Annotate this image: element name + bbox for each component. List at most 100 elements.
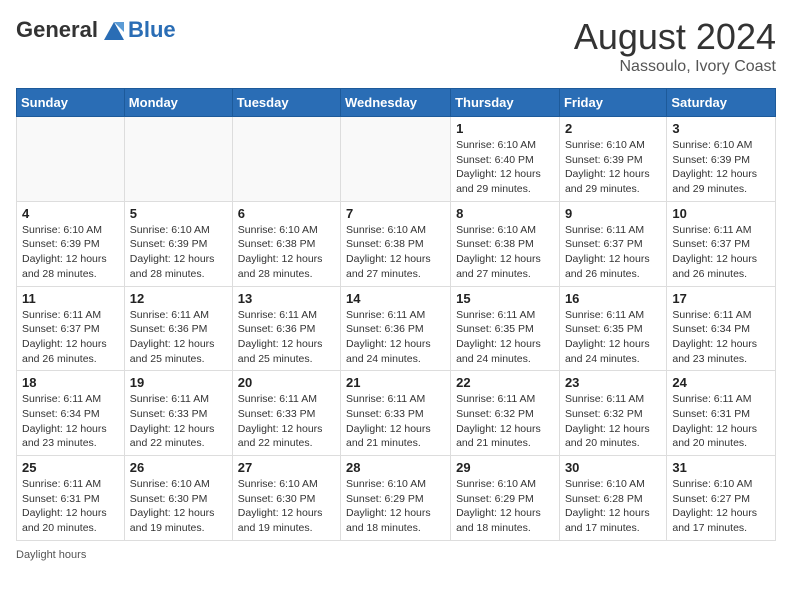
logo-blue: Blue — [128, 17, 176, 43]
footer: Daylight hours — [16, 549, 776, 561]
cell-info: Sunrise: 6:10 AM Sunset: 6:40 PM Dayligh… — [456, 138, 554, 197]
day-number: 28 — [346, 460, 445, 475]
calendar-cell: 21Sunrise: 6:11 AM Sunset: 6:33 PM Dayli… — [341, 371, 451, 456]
cell-info: Sunrise: 6:11 AM Sunset: 6:35 PM Dayligh… — [565, 308, 661, 367]
calendar-cell: 26 Sunrise: 6:10 AM Sunset: 6:30 PM Dayli… — [124, 456, 232, 541]
day-number: 4 — [22, 206, 119, 221]
day-number: 30 — [565, 460, 661, 475]
cell-info: Sunrise: 6:10 AM Sunset: 6:39 PM Dayligh… — [565, 138, 661, 197]
cell-info: Sunrise: 6:11 AM Sunset: 6:37 PM Dayligh… — [672, 223, 770, 282]
cell-info: Sunrise: 6:11 AM Sunset: 6:35 PM Dayligh… — [456, 308, 554, 367]
calendar-header-row: SundayMondayTuesdayWednesdayThursdayFrid… — [17, 89, 776, 117]
calendar-cell: 13Sunrise: 6:11 AM Sunset: 6:36 PM Dayli… — [232, 286, 340, 371]
cell-info: Sunrise: 6:11 AM Sunset: 6:32 PM Dayligh… — [565, 392, 661, 451]
calendar-cell: 16 Sunrise: 6:11 AM Sunset: 6:35 PM Dayli… — [559, 286, 666, 371]
cell-info: Sunrise: 6:11 AM Sunset: 6:36 PM Dayligh… — [238, 308, 335, 367]
calendar-week-row: 11 Sunrise: 6:11 AM Sunset: 6:37 PM Dayli… — [17, 286, 776, 371]
day-number: 12 — [130, 291, 227, 306]
calendar-table: SundayMondayTuesdayWednesdayThursdayFrid… — [16, 88, 776, 541]
day-number: 21 — [346, 375, 445, 390]
cell-info: Sunrise: 6:10 AM Sunset: 6:38 PM Dayligh… — [456, 223, 554, 282]
cell-info: Sunrise: 6:10 AM Sunset: 6:27 PM Dayligh… — [672, 477, 770, 536]
cell-info: Sunrise: 6:11 AM Sunset: 6:34 PM Dayligh… — [22, 392, 119, 451]
calendar-cell: 3 Sunrise: 6:10 AM Sunset: 6:39 PM Daylig… — [667, 117, 776, 202]
cell-info: Sunrise: 6:10 AM Sunset: 6:38 PM Dayligh… — [346, 223, 445, 282]
cell-info: Sunrise: 6:10 AM Sunset: 6:30 PM Dayligh… — [130, 477, 227, 536]
cell-info: Sunrise: 6:11 AM Sunset: 6:37 PM Dayligh… — [22, 308, 119, 367]
calendar-cell: 30 Sunrise: 6:10 AM Sunset: 6:28 PM Dayli… — [559, 456, 666, 541]
calendar-cell: 17 Sunrise: 6:11 AM Sunset: 6:34 PM Dayli… — [667, 286, 776, 371]
calendar-cell: 6Sunrise: 6:10 AM Sunset: 6:38 PM Daylig… — [232, 201, 340, 286]
daylight-hours-label: Daylight hours — [16, 549, 86, 561]
calendar-cell: 1 Sunrise: 6:10 AM Sunset: 6:40 PM Daylig… — [451, 117, 560, 202]
calendar-cell: 27Sunrise: 6:10 AM Sunset: 6:30 PM Dayli… — [232, 456, 340, 541]
cell-info: Sunrise: 6:11 AM Sunset: 6:33 PM Dayligh… — [130, 392, 227, 451]
calendar-cell: 12 Sunrise: 6:11 AM Sunset: 6:36 PM Dayli… — [124, 286, 232, 371]
cell-info: Sunrise: 6:10 AM Sunset: 6:28 PM Dayligh… — [565, 477, 661, 536]
cell-info: Sunrise: 6:11 AM Sunset: 6:31 PM Dayligh… — [672, 392, 770, 451]
day-of-week-header: Sunday — [17, 89, 125, 117]
day-number: 11 — [22, 291, 119, 306]
calendar-cell: 9 Sunrise: 6:11 AM Sunset: 6:37 PM Daylig… — [559, 201, 666, 286]
day-number: 29 — [456, 460, 554, 475]
day-number: 1 — [456, 121, 554, 136]
day-number: 10 — [672, 206, 770, 221]
calendar-week-row: 18 Sunrise: 6:11 AM Sunset: 6:34 PM Dayli… — [17, 371, 776, 456]
day-of-week-header: Wednesday — [341, 89, 451, 117]
day-number: 17 — [672, 291, 770, 306]
cell-info: Sunrise: 6:10 AM Sunset: 6:29 PM Dayligh… — [456, 477, 554, 536]
day-number: 7 — [346, 206, 445, 221]
cell-info: Sunrise: 6:11 AM Sunset: 6:31 PM Dayligh… — [22, 477, 119, 536]
cell-info: Sunrise: 6:11 AM Sunset: 6:37 PM Dayligh… — [565, 223, 661, 282]
calendar-cell: 31 Sunrise: 6:10 AM Sunset: 6:27 PM Dayli… — [667, 456, 776, 541]
cell-info: Sunrise: 6:10 AM Sunset: 6:39 PM Dayligh… — [130, 223, 227, 282]
calendar-cell: 10 Sunrise: 6:11 AM Sunset: 6:37 PM Dayli… — [667, 201, 776, 286]
day-number: 5 — [130, 206, 227, 221]
cell-info: Sunrise: 6:11 AM Sunset: 6:36 PM Dayligh… — [130, 308, 227, 367]
calendar-cell — [341, 117, 451, 202]
calendar-cell: 25 Sunrise: 6:11 AM Sunset: 6:31 PM Dayli… — [17, 456, 125, 541]
cell-info: Sunrise: 6:10 AM Sunset: 6:39 PM Dayligh… — [672, 138, 770, 197]
day-number: 15 — [456, 291, 554, 306]
calendar-week-row: 1 Sunrise: 6:10 AM Sunset: 6:40 PM Daylig… — [17, 117, 776, 202]
day-of-week-header: Friday — [559, 89, 666, 117]
day-of-week-header: Saturday — [667, 89, 776, 117]
day-number: 31 — [672, 460, 770, 475]
calendar-cell: 2 Sunrise: 6:10 AM Sunset: 6:39 PM Daylig… — [559, 117, 666, 202]
day-of-week-header: Monday — [124, 89, 232, 117]
calendar-cell: 5 Sunrise: 6:10 AM Sunset: 6:39 PM Daylig… — [124, 201, 232, 286]
day-number: 3 — [672, 121, 770, 136]
day-number: 8 — [456, 206, 554, 221]
cell-info: Sunrise: 6:10 AM Sunset: 6:39 PM Dayligh… — [22, 223, 119, 282]
day-number: 26 — [130, 460, 227, 475]
calendar-cell: 20Sunrise: 6:11 AM Sunset: 6:33 PM Dayli… — [232, 371, 340, 456]
calendar-cell: 4 Sunrise: 6:10 AM Sunset: 6:39 PM Daylig… — [17, 201, 125, 286]
cell-info: Sunrise: 6:10 AM Sunset: 6:29 PM Dayligh… — [346, 477, 445, 536]
logo-general: General — [16, 17, 98, 43]
title-section: August 2024 Nassoulo, Ivory Coast — [574, 16, 776, 76]
calendar-cell: 22Sunrise: 6:11 AM Sunset: 6:32 PM Dayli… — [451, 371, 560, 456]
cell-info: Sunrise: 6:10 AM Sunset: 6:38 PM Dayligh… — [238, 223, 335, 282]
calendar-cell — [17, 117, 125, 202]
day-number: 9 — [565, 206, 661, 221]
cell-info: Sunrise: 6:11 AM Sunset: 6:34 PM Dayligh… — [672, 308, 770, 367]
calendar-cell: 19 Sunrise: 6:11 AM Sunset: 6:33 PM Dayli… — [124, 371, 232, 456]
day-number: 22 — [456, 375, 554, 390]
calendar-cell: 15 Sunrise: 6:11 AM Sunset: 6:35 PM Dayli… — [451, 286, 560, 371]
calendar-week-row: 4 Sunrise: 6:10 AM Sunset: 6:39 PM Daylig… — [17, 201, 776, 286]
calendar-cell: 24Sunrise: 6:11 AM Sunset: 6:31 PM Dayli… — [667, 371, 776, 456]
calendar-cell: 23Sunrise: 6:11 AM Sunset: 6:32 PM Dayli… — [559, 371, 666, 456]
location: Nassoulo, Ivory Coast — [574, 58, 776, 76]
day-number: 16 — [565, 291, 661, 306]
calendar-cell: 14Sunrise: 6:11 AM Sunset: 6:36 PM Dayli… — [341, 286, 451, 371]
logo-icon — [100, 16, 128, 44]
day-of-week-header: Tuesday — [232, 89, 340, 117]
calendar-week-row: 25 Sunrise: 6:11 AM Sunset: 6:31 PM Dayli… — [17, 456, 776, 541]
day-number: 18 — [22, 375, 119, 390]
day-number: 2 — [565, 121, 661, 136]
calendar-cell: 18 Sunrise: 6:11 AM Sunset: 6:34 PM Dayli… — [17, 371, 125, 456]
day-number: 19 — [130, 375, 227, 390]
day-number: 25 — [22, 460, 119, 475]
cell-info: Sunrise: 6:10 AM Sunset: 6:30 PM Dayligh… — [238, 477, 335, 536]
logo: General Blue — [16, 16, 176, 44]
